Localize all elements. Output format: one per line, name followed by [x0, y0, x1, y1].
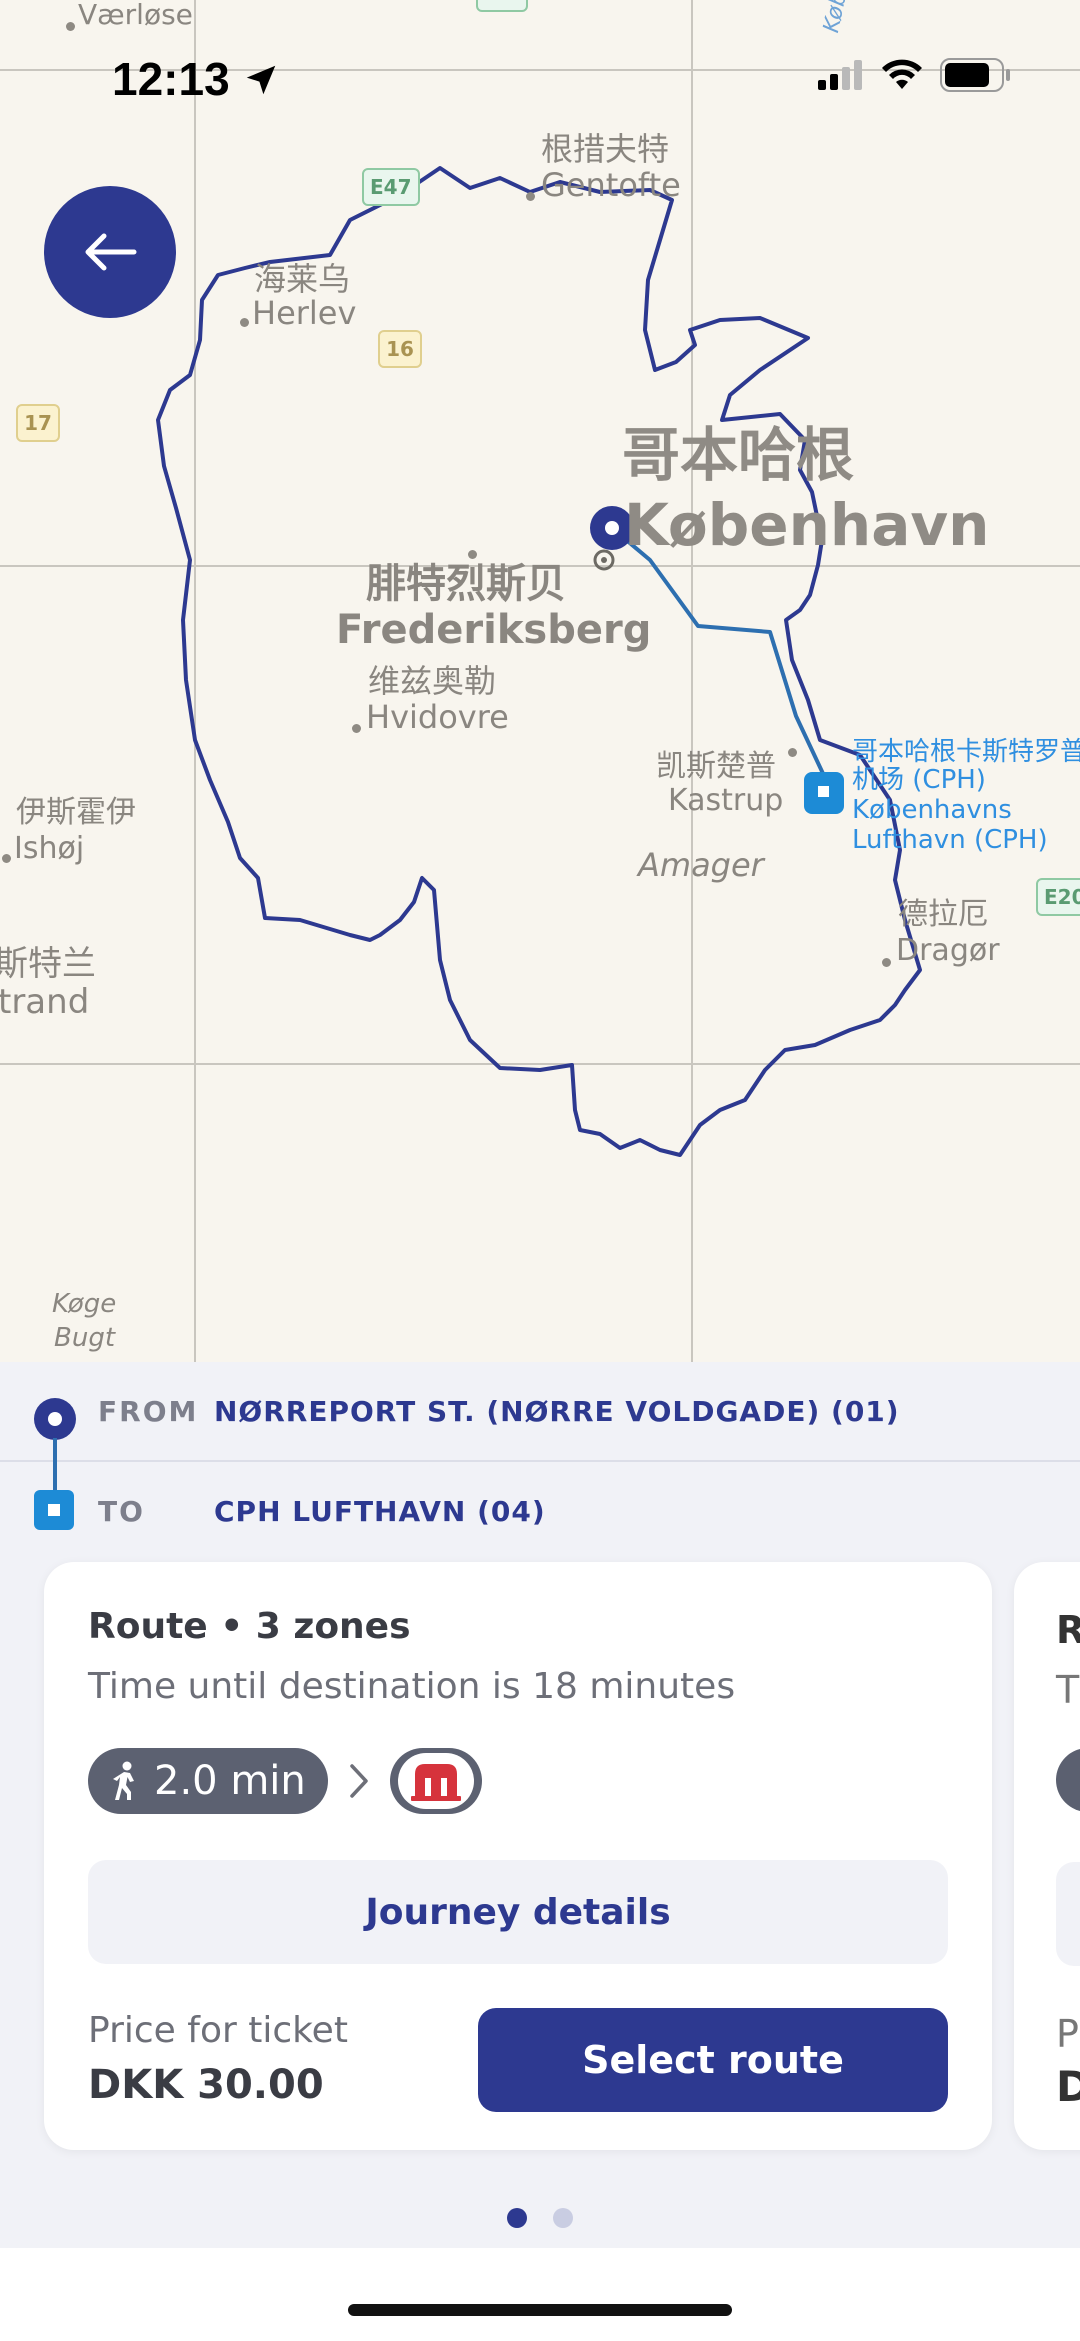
to-marker-icon [34, 1490, 74, 1530]
map-label-amager: Amager [638, 846, 764, 884]
map-dot [66, 22, 75, 31]
status-icons [818, 58, 1012, 92]
journey-details-button[interactable]: Journey details [88, 1860, 948, 1964]
route-card[interactable]: Route • 3 zones Time until destination i… [44, 1562, 992, 2150]
road-shield-e20: E20 [1036, 878, 1080, 916]
battery-icon [940, 58, 1010, 92]
map-label-hvidovre-zh: 维兹奥勒 [368, 662, 497, 700]
back-button[interactable] [44, 186, 176, 318]
map-label-airport-2: Lufthavn (CPH) [852, 825, 1048, 855]
map-label-koge-bugt-2: Bugt [54, 1323, 116, 1353]
arrow-left-icon [85, 233, 137, 271]
transport-modes: 2.0 min [88, 1748, 482, 1814]
map-dot [526, 192, 535, 201]
home-indicator[interactable] [348, 2304, 732, 2316]
map-canvas [0, 0, 1080, 1362]
to-row[interactable]: TO CPH LUFTHAVN (04) [0, 1462, 1080, 1560]
map-label-copenhagen: København [624, 491, 990, 559]
walking-icon [113, 1761, 134, 1800]
from-row[interactable]: FROM NØRREPORT ST. (NØRRE VOLDGADE) (01) [0, 1362, 1080, 1462]
route-title: Route • 3 zones [88, 1606, 411, 1647]
bottom-safe-area [0, 2248, 1080, 2341]
map-label-strand-zh: 斯特兰 [0, 944, 96, 984]
map-dot [240, 318, 249, 327]
map-label-gentofte-zh: 根措夫特 [541, 130, 670, 168]
next-route-card[interactable]: R T P D [1014, 1562, 1080, 2150]
road-shield-top [476, 0, 528, 12]
map-label-dragor-zh: 德拉厄 [898, 897, 988, 932]
price-label: Price for ticket [88, 2010, 348, 2051]
map-label-hvidovre: Hvidovre [366, 698, 509, 736]
screen: Værløse København-B 根措夫特 Gentofte 海莱乌 He… [0, 0, 1080, 2341]
map-dot [788, 748, 797, 757]
map-label-vaerlose: Værløse [78, 0, 193, 31]
road-shield-16: 16 [378, 330, 422, 368]
map-label-herlev: Herlev [252, 294, 357, 332]
metro-icon [410, 1764, 461, 1801]
map-label-koge-bugt-1: Køge [52, 1289, 117, 1319]
select-route-button[interactable]: Select route [478, 2008, 948, 2112]
road-shield-e47: E47 [362, 168, 420, 206]
to-value: CPH LUFTHAVN (04) [214, 1494, 546, 1528]
map-view[interactable]: Værløse København-B 根措夫特 Gentofte 海莱乌 He… [0, 0, 1080, 1362]
map-dot [882, 958, 891, 967]
road-shield-17: 17 [16, 404, 60, 442]
metro-segment [389, 1748, 482, 1814]
next-route-price-value: D [1056, 2062, 1080, 2111]
from-marker-icon [34, 1398, 76, 1440]
map-label-frederiksberg-zh: 腓特烈斯贝 [366, 561, 566, 607]
map-label-airport-1: Københavns [852, 795, 1012, 825]
next-route-title: R [1056, 1608, 1080, 1652]
next-route-journey-details-button[interactable] [1056, 1862, 1080, 1966]
from-value: NØRREPORT ST. (NØRRE VOLDGADE) (01) [214, 1394, 900, 1428]
map-label-kastrup-zh: 凯斯楚普 [656, 749, 776, 784]
map-label-herlev-zh: 海莱乌 [254, 260, 351, 298]
walk-segment: 2.0 min [88, 1748, 328, 1814]
from-to-connector [53, 1438, 57, 1496]
next-route-walk-segment [1056, 1748, 1080, 1812]
wifi-icon [882, 59, 922, 89]
to-label: TO [98, 1494, 145, 1528]
chevron-right-icon [348, 1762, 370, 1800]
map-label-ishoj: Ishøj [14, 831, 85, 866]
cellular-signal-icon [818, 60, 862, 90]
map-label-gentofte: Gentofte [541, 166, 681, 204]
route-duration: Time until destination is 18 minutes [88, 1666, 736, 1707]
from-label: FROM [98, 1394, 199, 1428]
map-label-copenhagen-zh: 哥本哈根 [622, 421, 855, 489]
next-route-duration: T [1056, 1668, 1080, 1712]
walk-time: 2.0 min [154, 1758, 306, 1804]
map-label-airport-zh-2: 机场 (CPH) [852, 765, 986, 795]
map-label-dragor: Dragør [896, 933, 1000, 968]
map-label-airport-zh: 哥本哈根卡斯特罗普 [852, 737, 1080, 767]
map-label-strand: trand [0, 982, 90, 1022]
next-route-price-label: P [1056, 2012, 1079, 2056]
page-indicator[interactable] [0, 2208, 1080, 2228]
route-strip: FROM NØRREPORT ST. (NØRRE VOLDGADE) (01)… [0, 1362, 1080, 1560]
page-dot-1[interactable] [507, 2208, 527, 2228]
map-dot [2, 854, 11, 863]
page-dot-2[interactable] [553, 2208, 573, 2228]
map-label-frederiksberg: Frederiksberg [336, 607, 652, 653]
status-time: 12:13 [112, 52, 280, 106]
map-label-kastrup: Kastrup [668, 783, 784, 818]
map-dot [468, 550, 477, 559]
price-value: DKK 30.00 [88, 2062, 324, 2108]
map-label-ishoj-zh: 伊斯霍伊 [16, 795, 136, 830]
location-arrow-icon [247, 65, 276, 95]
map-dot [352, 724, 361, 733]
